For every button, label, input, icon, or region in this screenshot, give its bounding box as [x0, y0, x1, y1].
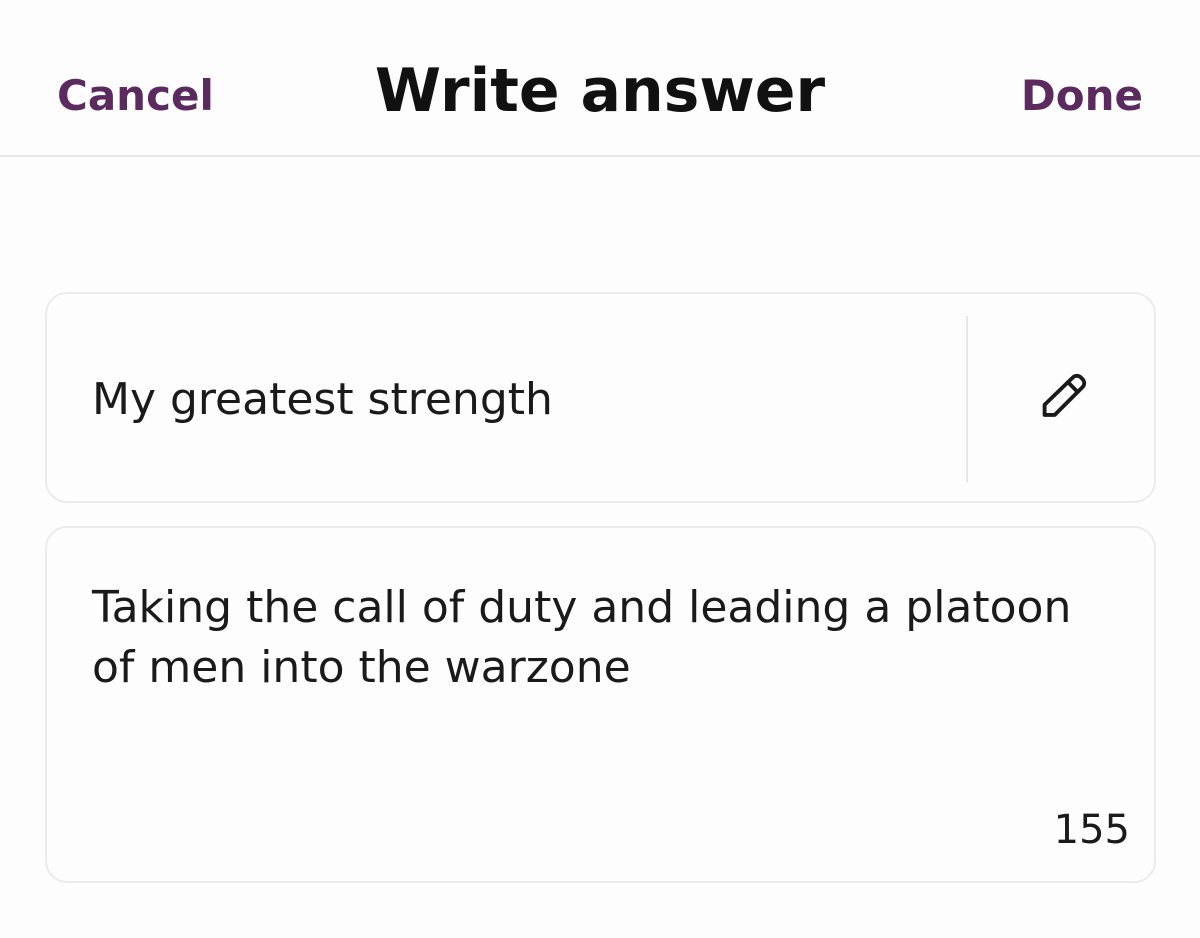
cancel-button[interactable]: Cancel — [57, 70, 214, 122]
answer-textarea[interactable]: Taking the call of duty and leading a pl… — [45, 526, 1156, 883]
edit-prompt-button[interactable] — [968, 294, 1156, 501]
done-button[interactable]: Done — [1021, 70, 1143, 122]
answer-text[interactable]: Taking the call of duty and leading a pl… — [92, 578, 1102, 698]
page-title: Write answer — [374, 56, 826, 126]
pencil-icon — [1042, 373, 1087, 417]
top-bar: Cancel Write answer Done — [0, 0, 1200, 157]
prompt-text: My greatest strength — [92, 374, 553, 425]
prompt-card[interactable]: My greatest strength — [45, 292, 1156, 503]
character-count: 155 — [1053, 807, 1130, 853]
